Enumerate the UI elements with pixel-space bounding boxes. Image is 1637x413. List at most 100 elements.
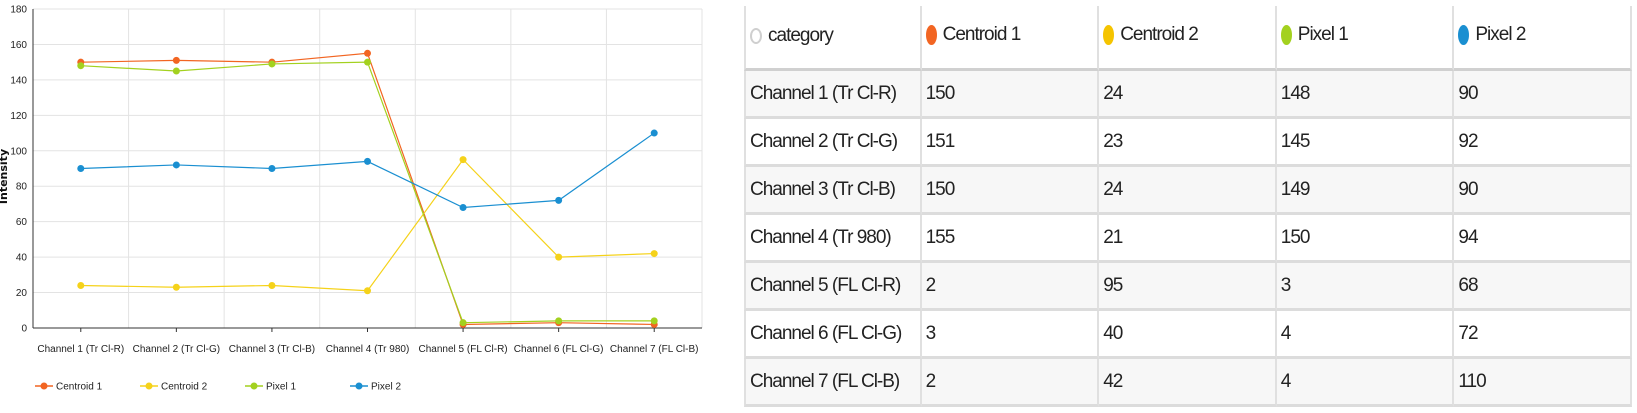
data-point [77, 165, 85, 172]
table-cell: 95 [1099, 263, 1277, 311]
y-tick-label: 20 [16, 288, 28, 299]
series-line-pixel-2 [80, 132, 655, 209]
data-point [364, 157, 371, 165]
table-cell: 3 [1276, 263, 1455, 311]
table-cell: 92 [1454, 119, 1632, 167]
x-tick-label: Channel 1 (Tr Cl-R) [37, 344, 124, 355]
table-cell: 72 [1454, 311, 1632, 359]
table-cell: 21 [1099, 215, 1277, 263]
data-point [172, 67, 180, 75]
table-row: Channel 4 (Tr 980) 155 21 150 94 [744, 215, 1632, 263]
chart-svg: 0 20 40 60 80 100 120 140 160 180 Channel 1 (Tr Cl… [0, 5, 703, 393]
table-cell: 94 [1454, 215, 1632, 263]
legend-marker-icon [355, 382, 363, 390]
hollow-circle-icon [750, 27, 762, 44]
column-header-centroid-1[interactable]: Centroid 1 [921, 6, 1100, 71]
table-cell: 4 [1276, 359, 1455, 407]
series-color-dot-icon [1280, 24, 1292, 45]
table-cell: 23 [1099, 119, 1277, 167]
legend-marker-icon [145, 382, 153, 390]
y-axis-title: Intensity [0, 149, 10, 204]
x-tick-label: Channel 6 (FL Cl-G) [514, 344, 604, 355]
y-tick-label: 120 [10, 111, 27, 122]
column-header-label: Centroid 1 [942, 23, 1022, 45]
y-tick-label: 40 [16, 253, 28, 264]
table-cell-category: Channel 4 (Tr 980) [744, 215, 922, 263]
y-tick-label: 0 [21, 324, 27, 335]
legend-label: Centroid 2 [161, 382, 208, 393]
column-header-label: Pixel 1 [1297, 23, 1349, 45]
line-chart: 0 20 40 60 80 100 120 140 160 180 Channel 1 (Tr Cl… [0, 0, 740, 413]
table-row: Channel 1 (Tr Cl-R) 150 24 148 90 [744, 71, 1632, 119]
data-table: category Centroid 1 Centroid 2 Pixel 1 P… [744, 6, 1632, 407]
table-cell: 68 [1454, 263, 1632, 311]
column-header-category[interactable]: category [744, 6, 922, 71]
data-point [650, 250, 658, 258]
table-header-row: category Centroid 1 Centroid 2 Pixel 1 P… [744, 6, 1632, 71]
table-cell: 155 [921, 215, 1100, 263]
data-point [650, 317, 658, 325]
table-cell: 3 [921, 311, 1100, 359]
data-point [77, 281, 85, 289]
series-line-centroid-1 [80, 52, 655, 326]
data-point [172, 56, 180, 64]
data-point [555, 317, 563, 325]
series-color-dot-icon [1458, 24, 1470, 45]
table-cell: 149 [1276, 167, 1455, 215]
table-cell: 90 [1454, 71, 1632, 119]
table-cell: 145 [1276, 119, 1455, 167]
y-tick-label: 140 [10, 75, 27, 86]
data-point [364, 287, 371, 295]
table-cell: 151 [921, 119, 1100, 167]
table-cell-category: Channel 6 (FL Cl-G) [744, 311, 922, 359]
x-tick-label: Channel 5 (FL Cl-R) [419, 344, 508, 355]
table-cell: 110 [1454, 359, 1632, 407]
table-row: Channel 3 (Tr Cl-B) 150 24 149 90 [744, 167, 1632, 215]
x-tick-label: Channel 3 (Tr Cl-B) [229, 344, 315, 355]
legend-label: Centroid 1 [56, 382, 103, 393]
table-cell-category: Channel 2 (Tr Cl-G) [744, 119, 922, 167]
column-header-label: Pixel 2 [1475, 23, 1526, 45]
table-cell: 4 [1276, 311, 1455, 359]
x-tick-label: Channel 2 (Tr Cl-G) [133, 344, 220, 355]
data-point [555, 253, 563, 261]
table-cell: 42 [1099, 359, 1277, 407]
data-point [364, 49, 371, 57]
table-cell-category: Channel 1 (Tr Cl-R) [744, 71, 922, 119]
table-cell: 2 [921, 359, 1100, 407]
table-cell: 150 [1276, 215, 1455, 263]
data-point [268, 281, 276, 289]
table-cell-category: Channel 3 (Tr Cl-B) [744, 167, 922, 215]
data-point [650, 129, 658, 137]
data-point [77, 62, 85, 70]
series-line-centroid-2 [80, 158, 655, 292]
data-point [268, 60, 276, 68]
table-cell-category: Channel 5 (FL Cl-R) [744, 263, 922, 311]
table-cell: 150 [921, 167, 1100, 215]
data-point [555, 196, 563, 204]
data-point [364, 58, 371, 66]
legend-label: Pixel 2 [371, 382, 401, 393]
series-line-pixel-1 [80, 61, 655, 324]
series-color-dot-icon [925, 24, 937, 45]
column-header-pixel-1[interactable]: Pixel 1 [1276, 6, 1455, 71]
table-row: Channel 7 (FL Cl-B) 2 42 4 110 [744, 359, 1632, 407]
column-header-label: category [768, 24, 834, 46]
column-header-label: Centroid 2 [1120, 23, 1199, 45]
legend-label: Pixel 1 [266, 382, 296, 393]
column-header-pixel-2[interactable]: Pixel 2 [1454, 6, 1632, 71]
table-row: Channel 6 (FL Cl-G) 3 40 4 72 [744, 311, 1632, 359]
data-point [459, 156, 467, 164]
y-tick-label: 60 [16, 217, 28, 228]
y-tick-label: 100 [10, 146, 27, 157]
series-color-dot-icon [1103, 24, 1115, 45]
table-row: Channel 5 (FL Cl-R) 2 95 3 68 [744, 263, 1632, 311]
column-header-centroid-2[interactable]: Centroid 2 [1099, 6, 1277, 71]
table-cell: 90 [1454, 167, 1632, 215]
x-tick-label: Channel 4 (Tr 980) [326, 344, 410, 355]
table-cell: 150 [921, 71, 1100, 119]
data-point [459, 203, 467, 211]
x-tick-label: Channel 7 (FL Cl-B) [610, 344, 699, 355]
table-cell: 24 [1099, 71, 1277, 119]
table-cell: 2 [921, 263, 1100, 311]
